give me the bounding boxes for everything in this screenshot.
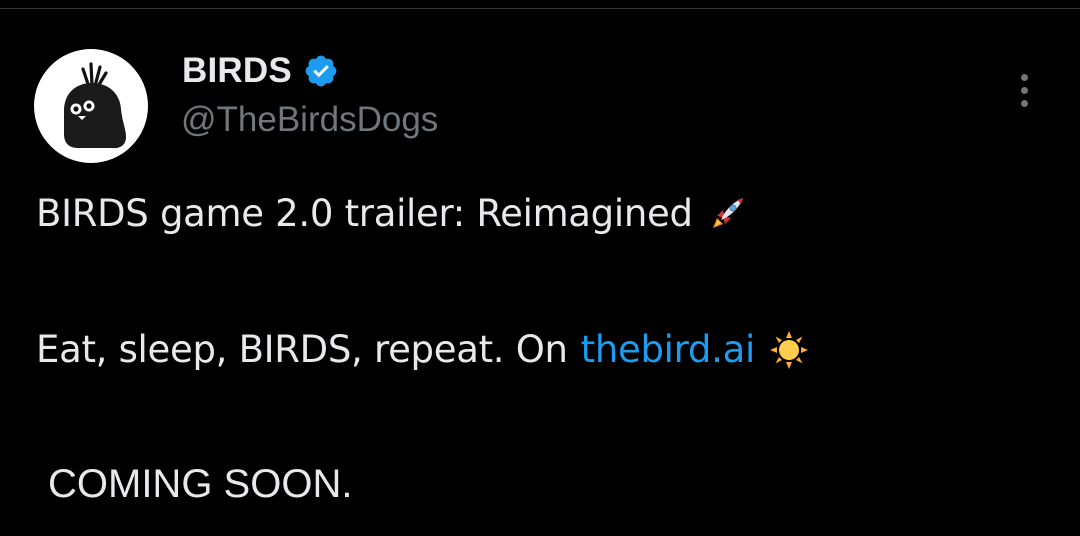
sun-emoji-icon [769,330,809,370]
more-dot [1020,73,1028,81]
more-dot [1020,86,1028,94]
post-text-coming-soon: COMING SOON. [48,462,353,506]
post-text-tagline: Eat, sleep, BIRDS, repeat. On [36,328,568,371]
post-text-line-3: COMING SOON. [48,462,352,507]
post-text-line-2: Eat, sleep, BIRDS, repeat. On thebird.ai [36,328,809,371]
more-options-icon[interactable] [1004,66,1044,114]
avatar[interactable] [34,49,148,163]
author-display-name[interactable]: BIRDS [182,51,292,91]
post-text-line-1: BIRDS game 2.0 trailer: Reimagined [36,192,747,235]
black-bird-icon [64,62,126,149]
author-name-row: BIRDS [182,50,339,92]
top-divider [0,8,1080,9]
rocket-emoji-icon [707,194,747,234]
post-link[interactable]: thebird.ai [581,328,756,371]
post-text-title: BIRDS game 2.0 trailer: Reimagined [36,192,693,235]
more-dot [1020,99,1028,107]
author-handle[interactable]: @TheBirdsDogs [181,100,438,140]
verified-badge-icon[interactable] [303,53,339,89]
